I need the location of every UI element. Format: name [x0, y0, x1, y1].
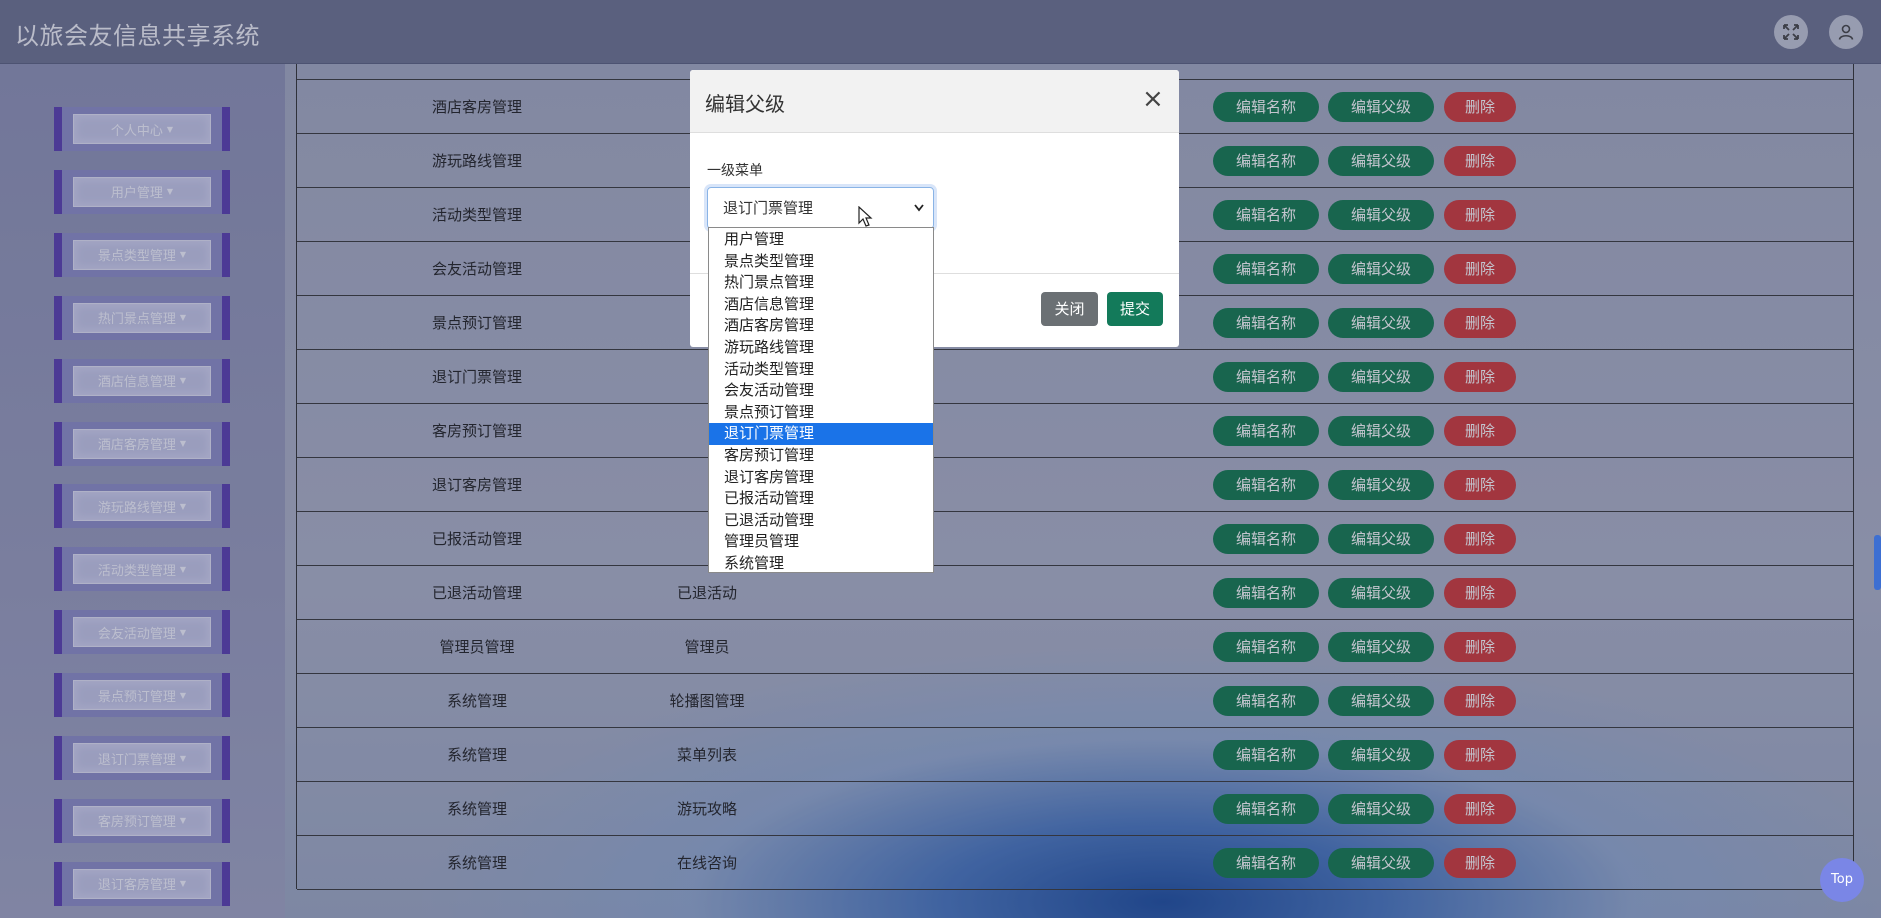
dropdown-option[interactable]: 已退活动管理 — [709, 510, 933, 532]
modal-header: 编辑父级 × — [690, 70, 1179, 133]
dropdown-option[interactable]: 退订客房管理 — [709, 467, 933, 489]
dropdown-option[interactable]: 活动类型管理 — [709, 359, 933, 381]
modal-title: 编辑父级 — [705, 92, 785, 116]
back-to-top-button[interactable]: Top — [1820, 858, 1864, 902]
parent-menu-label: 一级菜单 — [707, 163, 763, 179]
mouse-cursor-icon — [858, 206, 873, 227]
dropdown-option[interactable]: 用户管理 — [709, 229, 933, 251]
scrollbar-thumb[interactable] — [1874, 535, 1881, 590]
dropdown-option[interactable]: 会友活动管理 — [709, 380, 933, 402]
dropdown-option[interactable]: 酒店信息管理 — [709, 294, 933, 316]
dropdown-option[interactable]: 管理员管理 — [709, 531, 933, 553]
dropdown-option[interactable]: 景点类型管理 — [709, 251, 933, 273]
close-icon[interactable]: × — [1142, 84, 1164, 114]
dropdown-option[interactable]: 客房预订管理 — [709, 445, 933, 467]
dropdown-option[interactable]: 景点预订管理 — [709, 402, 933, 424]
parent-menu-select[interactable]: 退订门票管理 — [707, 187, 934, 229]
dropdown-option[interactable]: 系统管理 — [709, 553, 933, 575]
dropdown-option[interactable]: 退订门票管理 — [709, 423, 933, 445]
parent-menu-selected-value: 退订门票管理 — [723, 199, 814, 217]
dropdown-option[interactable]: 酒店客房管理 — [709, 315, 933, 337]
close-button[interactable]: 关闭 — [1041, 292, 1098, 326]
parent-menu-options-list: 用户管理 景点类型管理 热门景点管理 酒店信息管理 酒店客房管理 游玩路线管理 活动类型管理… — [708, 227, 934, 573]
dropdown-option[interactable]: 游玩路线管理 — [709, 337, 933, 359]
dropdown-option[interactable]: 热门景点管理 — [709, 272, 933, 294]
submit-button[interactable]: 提交 — [1107, 292, 1163, 326]
dropdown-option[interactable]: 已报活动管理 — [709, 488, 933, 510]
